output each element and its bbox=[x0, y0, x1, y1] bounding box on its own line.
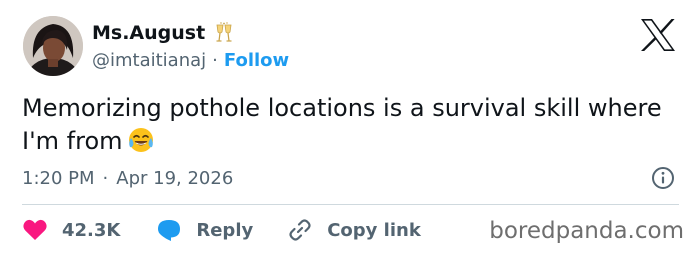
action-bar: 42.3K Reply Copy link bbox=[22, 216, 421, 244]
timestamp-separator: · bbox=[102, 167, 109, 189]
face-with-tears-of-joy-icon bbox=[127, 126, 155, 154]
reply-button[interactable]: Reply bbox=[156, 218, 253, 242]
author-handle[interactable]: @imtaitianaj bbox=[92, 50, 206, 71]
tweet-timestamp[interactable]: 1:20 PM · Apr 19, 2026 bbox=[22, 166, 233, 190]
watermark: boredpanda.com bbox=[489, 218, 684, 244]
handle-separator: · bbox=[212, 49, 218, 71]
tweet-text: Memorizing pothole locations is a surviv… bbox=[22, 92, 662, 158]
tweet-date: Apr 19, 2026 bbox=[116, 167, 234, 189]
link-icon bbox=[289, 219, 311, 241]
divider bbox=[22, 204, 679, 205]
tweet-body: Memorizing pothole locations is a surviv… bbox=[22, 94, 662, 155]
info-icon[interactable] bbox=[651, 166, 675, 190]
reply-label: Reply bbox=[196, 219, 254, 241]
reply-bubble-icon bbox=[158, 220, 181, 241]
follow-button[interactable]: Follow bbox=[224, 50, 289, 71]
clinking-glasses-icon bbox=[213, 22, 235, 44]
like-button[interactable]: 42.3K bbox=[22, 218, 120, 242]
copy-link-label: Copy link bbox=[327, 219, 421, 241]
x-logo-icon[interactable] bbox=[639, 18, 677, 52]
tweet-time: 1:20 PM bbox=[22, 167, 95, 189]
heart-icon bbox=[23, 219, 47, 240]
like-count: 42.3K bbox=[62, 219, 121, 241]
copy-link-button[interactable]: Copy link bbox=[287, 217, 421, 243]
avatar[interactable] bbox=[23, 16, 83, 76]
author-display-name[interactable]: Ms.August bbox=[92, 22, 205, 44]
